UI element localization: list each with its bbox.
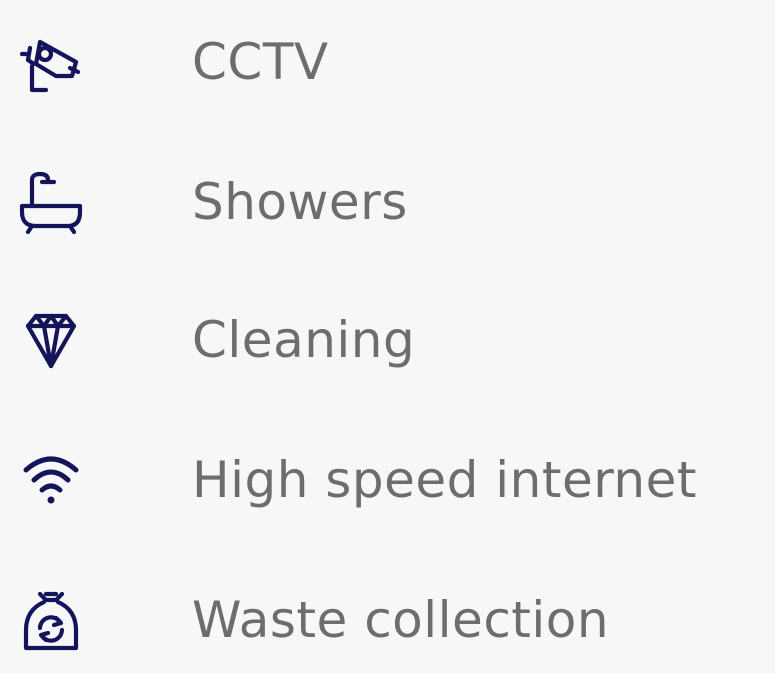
recycling-bag-icon [18,588,84,654]
amenity-label-cleaning: Cleaning [192,311,416,369]
amenity-item-cleaning: Cleaning [0,296,775,386]
bathtub-shower-icon [18,170,84,236]
amenities-list: CCTV Showers Cleaning High speed interne… [0,0,775,673]
amenity-label-showers: Showers [192,173,408,231]
amenity-item-showers: Showers [0,158,775,248]
amenity-label-cctv: CCTV [192,33,329,91]
diamond-icon [18,308,84,374]
amenity-label-internet: High speed internet [192,451,697,509]
cctv-camera-icon [18,30,84,96]
amenity-item-internet: High speed internet [0,436,775,526]
wifi-icon [18,448,84,514]
amenity-item-cctv: CCTV [0,18,775,108]
amenity-label-waste: Waste collection [192,591,610,649]
amenity-item-waste: Waste collection [0,576,775,666]
